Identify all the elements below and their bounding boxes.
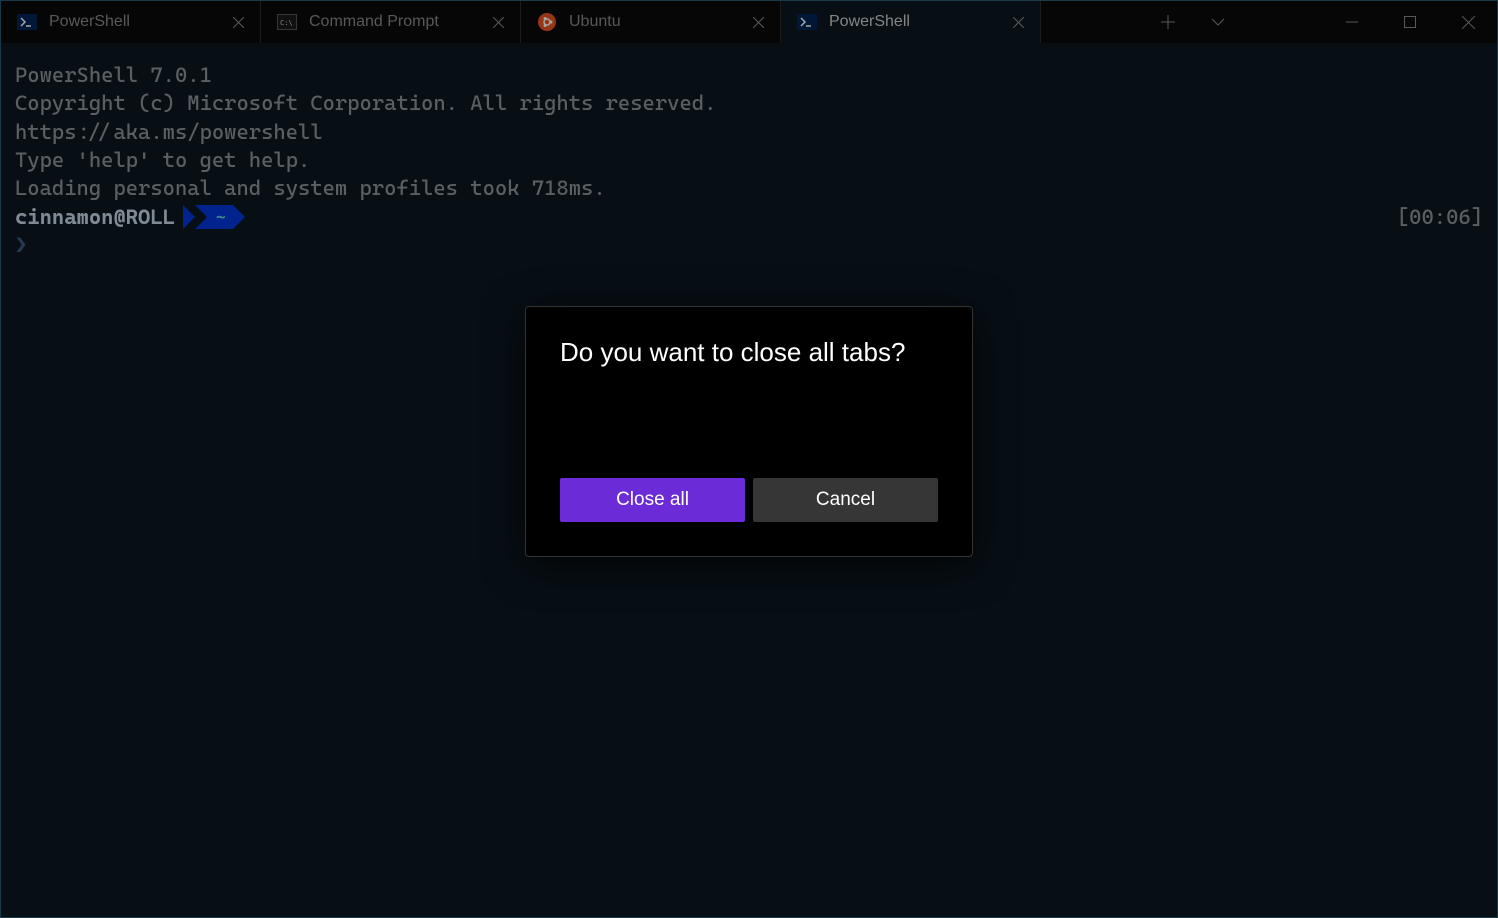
close-tabs-dialog: Do you want to close all tabs? Close all…	[525, 306, 973, 557]
close-all-button[interactable]: Close all	[560, 478, 745, 522]
dialog-title: Do you want to close all tabs?	[560, 337, 938, 368]
cancel-button[interactable]: Cancel	[753, 478, 938, 522]
dialog-buttons: Close all Cancel	[560, 478, 938, 522]
modal-overlay: Do you want to close all tabs? Close all…	[1, 1, 1497, 917]
